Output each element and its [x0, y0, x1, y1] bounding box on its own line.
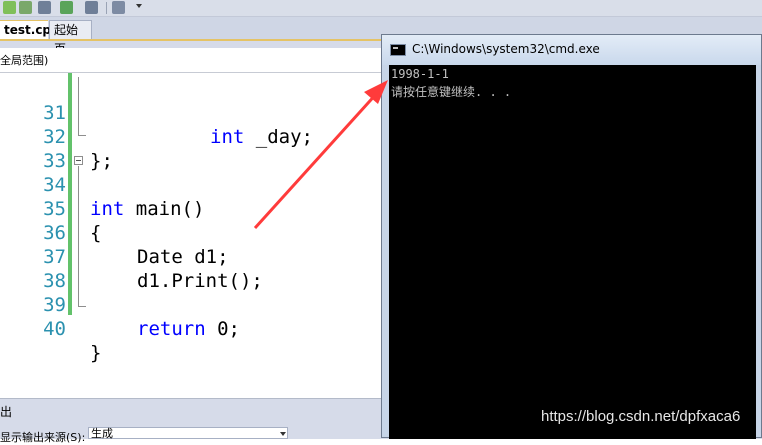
console-line: 1998-1-1	[391, 67, 449, 81]
watermark: https://blog.csdn.net/dpfxaca6	[541, 408, 741, 425]
cmd-window-title: C:\Windows\system32\cmd.exe	[412, 42, 600, 56]
code-keyword: return	[137, 318, 206, 340]
output-source-select[interactable]: 生成	[88, 427, 288, 440]
run-icon[interactable]	[60, 1, 73, 14]
cmd-window[interactable]: C:\Windows\system32\cmd.exe 1998-1-1 请按任…	[381, 34, 762, 439]
stop-icon[interactable]	[85, 1, 98, 14]
console-output[interactable]: 1998-1-1 请按任意键继续. . .	[389, 65, 756, 439]
debug-icon[interactable]	[3, 1, 16, 14]
tab-start-page[interactable]: 起始页	[49, 20, 92, 56]
output-panel-title: 出	[0, 405, 13, 419]
console-icon	[390, 44, 406, 56]
output-source-label: 显示输出来源(S):	[0, 431, 86, 444]
undo-icon[interactable]	[38, 1, 51, 14]
outline-guide-end	[78, 306, 86, 307]
settings-icon[interactable]	[19, 1, 32, 14]
console-line: 请按任意键继续. . .	[391, 85, 512, 99]
scope-dropdown[interactable]: 全局范围)	[0, 52, 48, 68]
line-number: 40	[43, 318, 66, 340]
code-text: }	[90, 342, 102, 364]
outline-guide	[78, 77, 79, 135]
tab-test-cpp[interactable]: test.cpp	[0, 20, 60, 39]
window-icon[interactable]	[112, 1, 125, 14]
chevron-down-icon[interactable]	[280, 432, 286, 436]
code-text: 0;	[205, 318, 240, 340]
outline-guide	[78, 166, 79, 306]
cmd-title-bar[interactable]: C:\Windows\system32\cmd.exe	[382, 35, 761, 65]
toolbar-dropdown-icon[interactable]	[136, 4, 142, 8]
collapse-toggle-icon[interactable]	[74, 156, 83, 165]
toolbar	[0, 0, 762, 17]
toolbar-separator	[106, 2, 107, 14]
outline-guide-end	[78, 135, 86, 136]
